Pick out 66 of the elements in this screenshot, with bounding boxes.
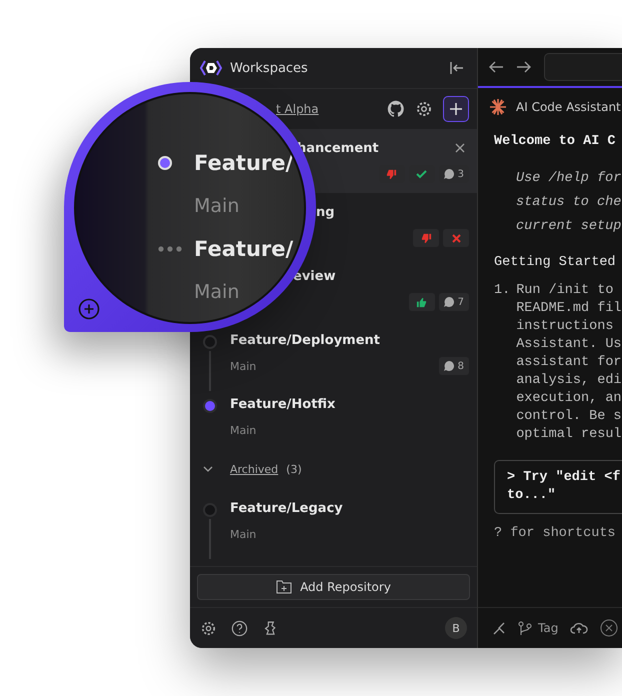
- step-line: assistant for: [516, 354, 622, 372]
- magnified-branch: Main: [194, 195, 240, 217]
- add-repository-button[interactable]: Add Repository: [197, 574, 470, 600]
- branch-name: Main: [230, 360, 258, 372]
- shortcut-hint: ? for shortcuts: [494, 526, 617, 541]
- status-dot: [158, 156, 172, 170]
- cross-icon: [452, 234, 460, 242]
- plus-circle-icon: [78, 298, 100, 320]
- folder-plus-icon: [276, 580, 292, 594]
- close-circle-icon[interactable]: [600, 619, 618, 637]
- thumbs-down-icon: [420, 232, 432, 244]
- step-line: README.md fil: [516, 300, 622, 318]
- add-workspace-button[interactable]: [443, 96, 469, 122]
- tag-button[interactable]: Tag: [518, 620, 558, 636]
- hint-line: current setup: [516, 218, 622, 236]
- workspace-title: eview: [293, 268, 337, 284]
- collapse-sidebar-icon[interactable]: [449, 61, 465, 75]
- workspace-title: Feature/Legacy: [230, 500, 344, 516]
- hint-line: status to che: [516, 194, 622, 212]
- workspace-title: Feature/Hotfix: [230, 396, 336, 412]
- starburst-icon: [490, 99, 506, 115]
- welcome-heading: Welcome to AI C: [494, 134, 617, 149]
- branch-name: Main: [230, 528, 258, 540]
- assistant-tab-title[interactable]: AI Code Assistant: [516, 100, 621, 114]
- back-arrow-icon[interactable]: [488, 60, 504, 74]
- thumbs-up-icon: [416, 296, 428, 308]
- thumbs-down-icon: [386, 168, 398, 180]
- help-icon[interactable]: [231, 620, 248, 636]
- comment-icon: [444, 297, 454, 307]
- logo-icon: [200, 60, 222, 76]
- comment-count: 8: [438, 357, 469, 375]
- check-icon: [416, 170, 428, 178]
- plus-icon: [450, 103, 462, 115]
- merge-icon[interactable]: [492, 621, 506, 635]
- cloud-upload-icon[interactable]: [570, 621, 588, 635]
- user-avatar[interactable]: B: [445, 617, 467, 639]
- magnified-branch: Main: [194, 281, 240, 303]
- branch-name: Main: [230, 424, 258, 436]
- step-line: control. Be s: [516, 408, 622, 426]
- window-title: Workspaces: [230, 60, 309, 76]
- repository-link[interactable]: t Alpha: [276, 102, 319, 116]
- step-line: instructions: [516, 318, 614, 336]
- section-heading: Getting Started: [494, 255, 617, 270]
- step-number: 1.: [494, 282, 510, 300]
- comment-icon: [444, 361, 454, 371]
- step-line: execution, an: [516, 390, 622, 408]
- comment-count: 7: [438, 293, 469, 311]
- archived-toggle[interactable]: Archived: [230, 462, 278, 476]
- prompt-suggestion: > Try "edit <f to...": [494, 460, 622, 514]
- hint-line: Use /help for: [516, 170, 622, 188]
- settings-icon[interactable]: [200, 620, 217, 636]
- step-line: optimal resul: [516, 426, 622, 444]
- github-icon[interactable]: [387, 100, 405, 118]
- archived-count: (3): [286, 462, 302, 476]
- settings-icon[interactable]: [415, 100, 433, 118]
- branch-icon: [518, 620, 532, 636]
- workspace-title: ng: [316, 204, 336, 220]
- magnified-title: Feature/: [194, 237, 294, 261]
- step-line: Assistant. Us: [516, 336, 622, 354]
- forward-arrow-icon[interactable]: [516, 60, 532, 74]
- comment-icon: [444, 169, 454, 179]
- step-line: Run /init to: [516, 282, 614, 300]
- workspace-title: Feature/Deployment: [230, 332, 381, 348]
- close-icon: [455, 143, 466, 153]
- magnified-title: Feature/: [194, 151, 294, 175]
- step-line: analysis, edi: [516, 372, 622, 390]
